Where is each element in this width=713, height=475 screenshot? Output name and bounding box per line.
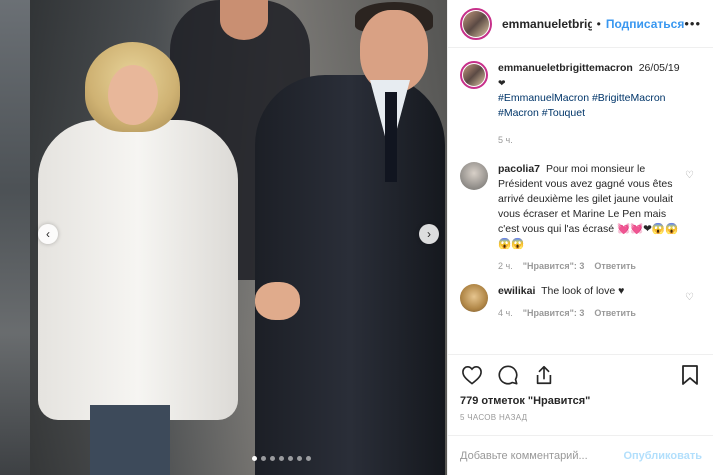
- comment-text: Pour moi monsieur le Président vous avez…: [498, 163, 679, 250]
- like-comment-heart-icon[interactable]: ♡: [685, 170, 694, 181]
- caption-emoji: ❤: [498, 78, 506, 88]
- add-comment-bar: Опубликовать: [448, 435, 713, 475]
- carousel-dot: [270, 456, 275, 461]
- comment-likes[interactable]: "Нравится": 3: [523, 306, 585, 321]
- reply-button[interactable]: Ответить: [594, 259, 636, 274]
- instagram-post-viewer: ‹ › emmanueletbrigitte • Подписаться •••…: [0, 0, 713, 475]
- chevron-left-icon: ‹: [46, 227, 50, 241]
- dark-coat: [255, 75, 445, 475]
- comments-section: emmanueletbrigittemacron 26/05/19 ❤ #Emm…: [448, 49, 713, 354]
- comment-input[interactable]: [460, 449, 624, 462]
- background-photo-strip: [0, 0, 30, 475]
- comment-username[interactable]: ewilikai: [498, 285, 535, 297]
- avatar[interactable]: [460, 7, 492, 40]
- heart-icon[interactable]: [460, 363, 484, 387]
- carousel-dots: [252, 456, 311, 461]
- hashtag[interactable]: #Touquet: [542, 107, 585, 119]
- carousel-dot: [261, 456, 266, 461]
- comment-item: pacolia7 Pour moi monsieur le Président …: [460, 162, 702, 274]
- carousel-dot: [297, 456, 302, 461]
- caption-avatar[interactable]: [460, 61, 488, 89]
- likes-count[interactable]: 779 отметок "Нравится": [460, 395, 702, 407]
- hashtag[interactable]: #BrigitteMacron: [592, 92, 666, 104]
- publish-button[interactable]: Опубликовать: [623, 450, 702, 462]
- carousel-dot: [279, 456, 284, 461]
- comment-text: The look of love ♥: [541, 285, 625, 297]
- carousel-dot: [306, 456, 311, 461]
- post-photo[interactable]: ‹ ›: [30, 0, 447, 475]
- caption-time[interactable]: 5 ч.: [498, 133, 513, 148]
- reply-button[interactable]: Ответить: [594, 306, 636, 321]
- comment-likes[interactable]: "Нравится": 3: [523, 259, 585, 274]
- post-header: emmanueletbrigitte • Подписаться •••: [448, 0, 713, 48]
- carousel-dot: [252, 456, 257, 461]
- post-actions: 779 отметок "Нравится" 5 ЧАСОВ НАЗАД: [448, 354, 713, 422]
- comment-time[interactable]: 2 ч.: [498, 259, 513, 274]
- comment-item: ewilikai The look of love ♥ 4 ч. "Нравит…: [460, 284, 702, 321]
- comment-avatar[interactable]: [460, 162, 488, 190]
- comment-icon[interactable]: [496, 363, 520, 387]
- caption-username[interactable]: emmanueletbrigittemacron: [498, 62, 633, 74]
- holding-hands: [255, 282, 300, 320]
- hashtag[interactable]: #Macron: [498, 107, 539, 119]
- bookmark-icon[interactable]: [678, 363, 702, 387]
- share-icon[interactable]: [532, 363, 556, 387]
- more-options-icon[interactable]: •••: [684, 16, 701, 31]
- comment-avatar[interactable]: [460, 284, 488, 312]
- like-comment-heart-icon[interactable]: ♡: [685, 292, 694, 303]
- comment-username[interactable]: pacolia7: [498, 163, 540, 175]
- comment-time[interactable]: 4 ч.: [498, 306, 513, 321]
- post-timestamp[interactable]: 5 ЧАСОВ НАЗАД: [460, 413, 702, 422]
- carousel-dot: [288, 456, 293, 461]
- next-slide-button[interactable]: ›: [419, 224, 439, 244]
- hashtag[interactable]: #EmmanuelMacron: [498, 92, 589, 104]
- white-coat: [38, 120, 238, 420]
- chevron-right-icon: ›: [427, 227, 431, 241]
- header-username[interactable]: emmanueletbrigitte: [502, 17, 592, 31]
- caption-date: 26/05/19: [638, 62, 680, 74]
- header-separator: •: [596, 16, 601, 31]
- follow-button[interactable]: Подписаться: [606, 17, 684, 31]
- caption: emmanueletbrigittemacron 26/05/19 ❤ #Emm…: [460, 61, 702, 148]
- post-side-panel: emmanueletbrigitte • Подписаться ••• emm…: [447, 0, 713, 475]
- prev-slide-button[interactable]: ‹: [38, 224, 58, 244]
